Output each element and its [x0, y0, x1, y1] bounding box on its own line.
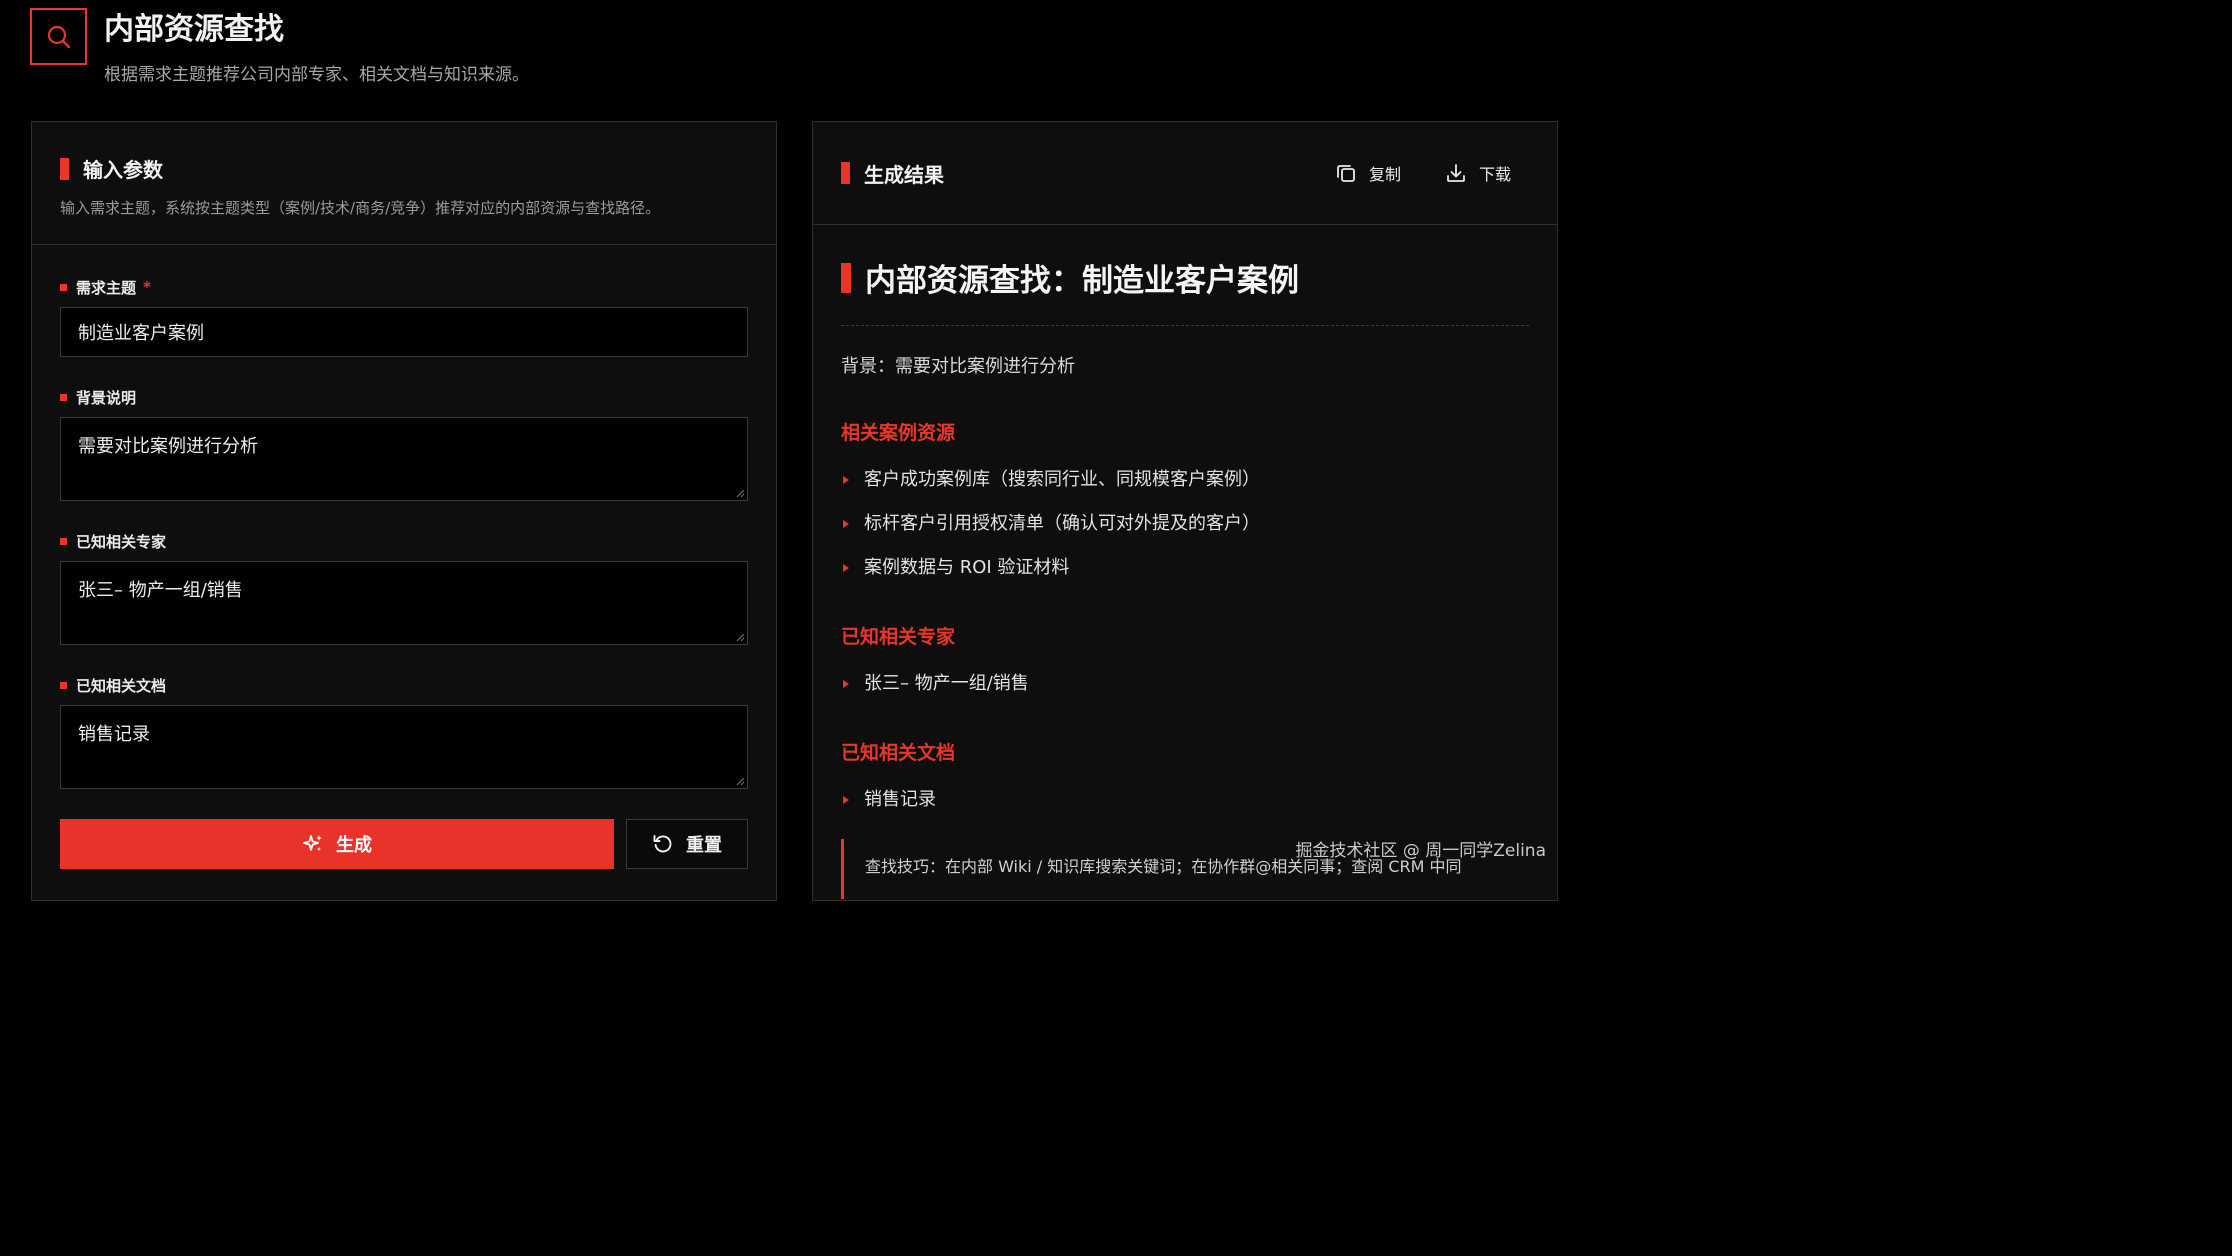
download-button-label: 下载	[1478, 165, 1511, 184]
input-panel-header: 输入参数 输入需求主题，系统按主题类型（案例/技术/商务/竞争）推荐对应的内部资…	[32, 122, 776, 245]
sparkle-icon	[302, 833, 324, 855]
generate-button-label: 生成	[336, 835, 372, 856]
list-item-text: 销售记录	[864, 789, 936, 810]
document-list: 销售记录	[841, 787, 1529, 810]
result-actions: 复制 下载	[1335, 161, 1511, 185]
title-marker	[841, 262, 851, 293]
section-marker	[60, 157, 69, 180]
download-icon	[1445, 162, 1467, 184]
result-panel-header: 生成结果 复制 下载	[813, 122, 1557, 225]
resize-grip-icon[interactable]	[736, 489, 745, 498]
expert-list: 张三– 物产一组/销售	[841, 671, 1529, 694]
bullet-icon	[843, 680, 849, 688]
page-subtitle: 根据需求主题推荐公司内部专家、相关文档与知识来源。	[104, 65, 529, 85]
section-heading: 相关案例资源	[841, 422, 956, 444]
label-marker	[60, 393, 67, 401]
list-item-text: 张三– 物产一组/销售	[864, 673, 1029, 694]
input-panel: 输入参数 输入需求主题，系统按主题类型（案例/技术/商务/竞争）推荐对应的内部资…	[31, 121, 777, 901]
copy-button[interactable]: 复制	[1335, 161, 1401, 185]
list-item: 张三– 物产一组/销售	[841, 671, 1529, 694]
search-icon	[30, 8, 87, 65]
bullet-icon	[843, 520, 849, 528]
watermark: 掘金技术社区 @ 周一同学Zelina	[1295, 841, 1546, 861]
result-panel: 生成结果 复制 下载 内部资源查找：制造业客户案例 背景：需要对比案例进行分析 …	[812, 121, 1558, 901]
experts-textarea-value: 张三– 物产一组/销售	[78, 580, 243, 601]
topic-label: 需求主题 *	[60, 277, 776, 297]
section-heading: 已知相关文档	[841, 742, 956, 764]
list-item: 客户成功案例库（搜索同行业、同规模客户案例）	[841, 467, 1529, 490]
list-item-text: 标杆客户引用授权清单（确认可对外提及的客户）	[864, 513, 1260, 534]
background-label-text: 背景说明	[76, 388, 137, 407]
experts-label: 已知相关专家	[60, 531, 776, 551]
label-marker	[60, 537, 67, 545]
documents-textarea[interactable]: 销售记录	[60, 705, 748, 789]
input-panel-description: 输入需求主题，系统按主题类型（案例/技术/商务/竞争）推荐对应的内部资源与查找路…	[60, 199, 661, 217]
app-page: 内部资源查找 根据需求主题推荐公司内部专家、相关文档与知识来源。 输入参数 输入…	[0, 0, 1568, 901]
topic-input-value: 制造业客户案例	[78, 323, 204, 344]
topic-input[interactable]: 制造业客户案例	[60, 307, 748, 357]
section-heading: 已知相关专家	[841, 626, 956, 648]
background-label: 背景说明	[60, 387, 776, 407]
result-title: 内部资源查找：制造业客户案例	[865, 263, 1299, 299]
background-textarea-value: 需要对比案例进行分析	[78, 436, 258, 457]
bullet-icon	[843, 796, 849, 804]
topic-label-text: 需求主题	[76, 278, 137, 297]
bullet-icon	[843, 476, 849, 484]
list-item: 销售记录	[841, 787, 1529, 810]
input-panel-title: 输入参数	[83, 158, 163, 182]
section-marker	[841, 162, 850, 184]
documents-textarea-value: 销售记录	[78, 724, 150, 745]
label-marker	[60, 283, 67, 291]
download-button[interactable]: 下载	[1445, 161, 1511, 185]
divider	[841, 325, 1529, 326]
list-item: 标杆客户引用授权清单（确认可对外提及的客户）	[841, 511, 1529, 534]
background-textarea[interactable]: 需要对比案例进行分析	[60, 417, 748, 501]
copy-button-label: 复制	[1368, 165, 1401, 184]
documents-label: 已知相关文档	[60, 675, 776, 695]
list-item: 案例数据与 ROI 验证材料	[841, 555, 1529, 578]
resize-grip-icon[interactable]	[736, 633, 745, 642]
form-actions: 生成 重置	[60, 819, 748, 869]
reset-icon	[652, 833, 674, 855]
experts-label-text: 已知相关专家	[76, 532, 167, 551]
documents-label-text: 已知相关文档	[76, 676, 167, 695]
reset-button-label: 重置	[686, 835, 722, 856]
input-form: 需求主题 * 制造业客户案例 背景说明 需要对比案例进行分析 已知相关专家 张三…	[32, 245, 776, 789]
bullet-icon	[843, 564, 849, 572]
list-item-text: 客户成功案例库（搜索同行业、同规模客户案例）	[864, 469, 1260, 490]
resize-grip-icon[interactable]	[736, 777, 745, 786]
experts-textarea[interactable]: 张三– 物产一组/销售	[60, 561, 748, 645]
page-header: 内部资源查找 根据需求主题推荐公司内部专家、相关文档与知识来源。	[30, 8, 529, 85]
reset-button[interactable]: 重置	[626, 819, 748, 869]
result-background: 背景：需要对比案例进行分析	[841, 356, 1075, 377]
label-marker	[60, 681, 67, 689]
case-resource-list: 客户成功案例库（搜索同行业、同规模客户案例） 标杆客户引用授权清单（确认可对外提…	[841, 467, 1529, 578]
page-title: 内部资源查找	[104, 12, 284, 47]
result-content: 内部资源查找：制造业客户案例 背景：需要对比案例进行分析 相关案例资源 客户成功…	[813, 225, 1557, 899]
generate-button[interactable]: 生成	[60, 819, 614, 869]
copy-icon	[1335, 162, 1357, 184]
result-panel-title: 生成结果	[864, 162, 944, 187]
list-item-text: 案例数据与 ROI 验证材料	[864, 557, 1070, 578]
required-mark: *	[143, 278, 151, 296]
